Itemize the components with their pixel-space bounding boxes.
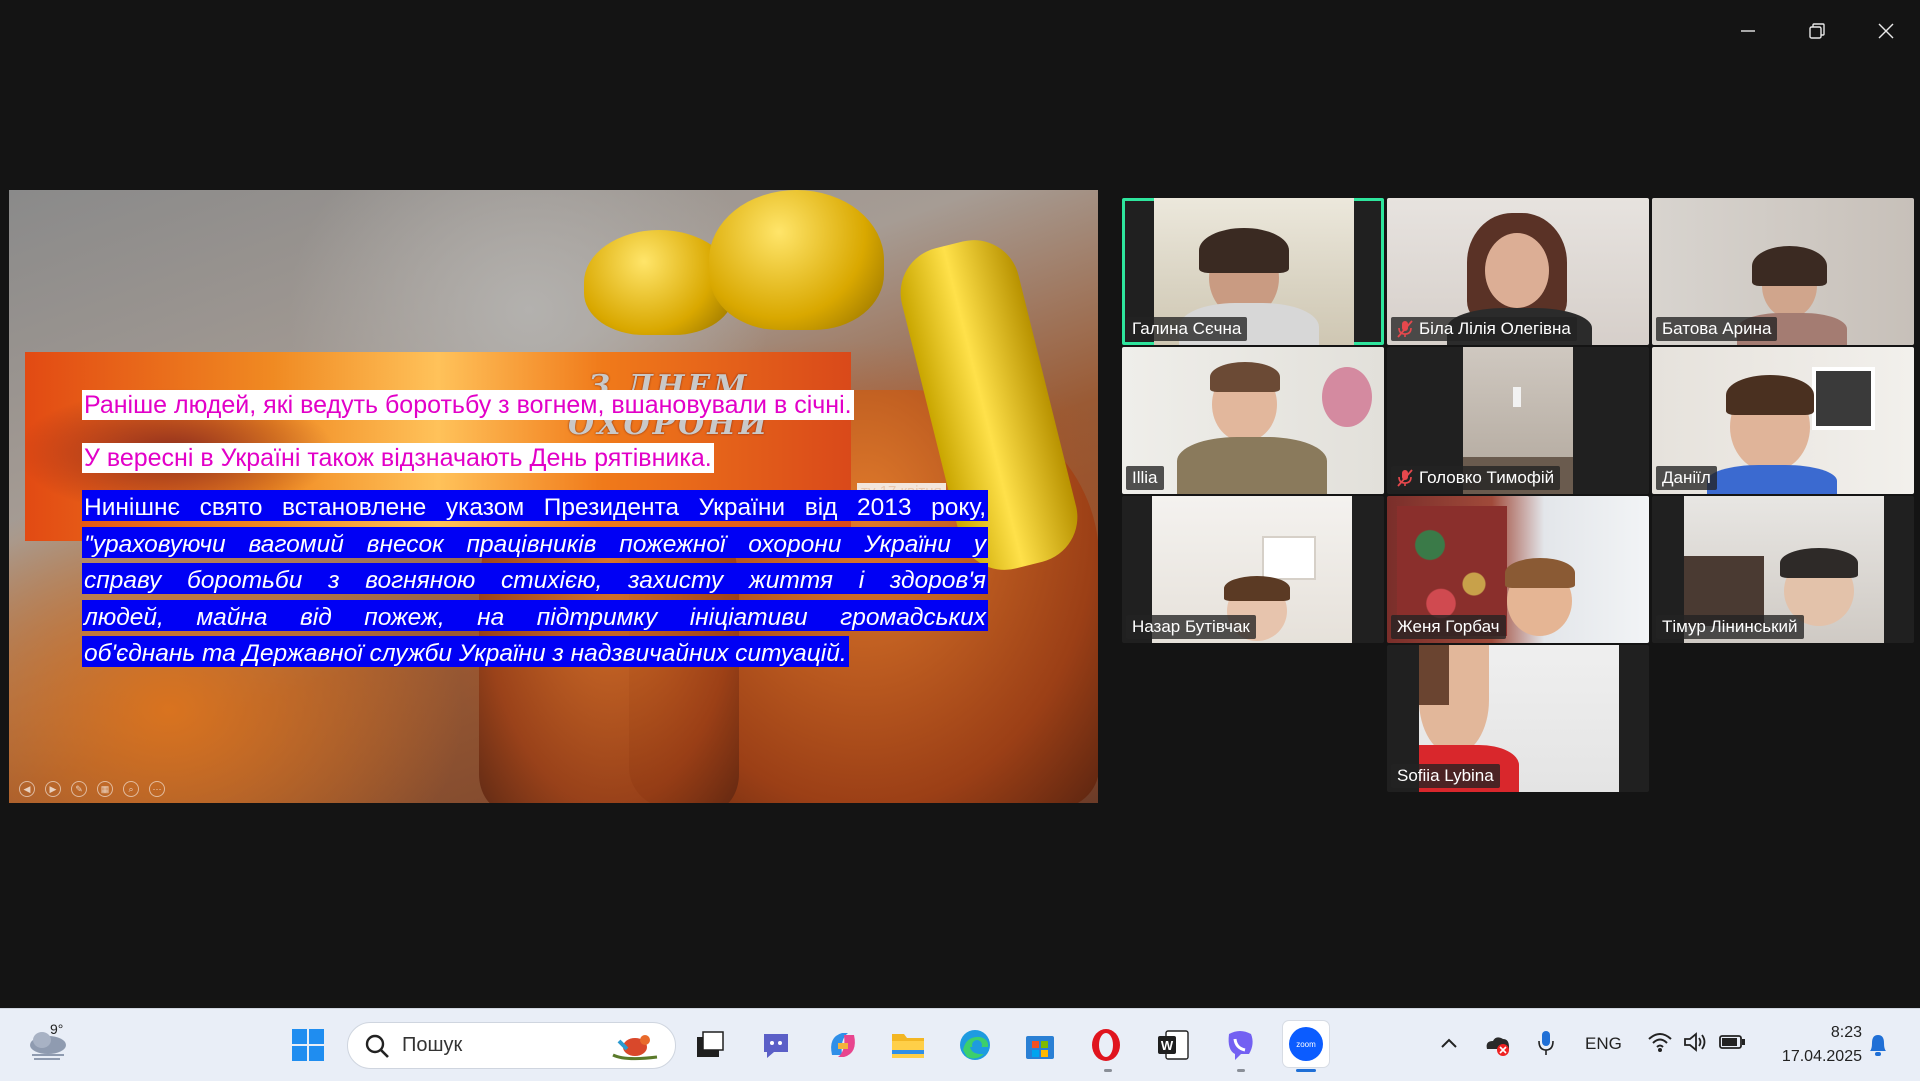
notification-bell-icon[interactable] [1866, 1031, 1890, 1059]
paragraph-line: людей, майна від пожеж, на підтримку іні… [82, 599, 988, 631]
microsoft-store-button[interactable] [1022, 1027, 1058, 1063]
zoom-icon: zoom [1289, 1027, 1323, 1061]
shared-screen: З ДНЕМ ОХОРОНИ ту 17 квітня Раніше людей… [9, 190, 1098, 803]
participant-tile[interactable]: Головко Тимофій [1387, 347, 1649, 494]
teams-chat-button[interactable] [758, 1027, 794, 1063]
weather-widget[interactable]: 9° [26, 1021, 74, 1067]
slides-icon[interactable]: ▦ [97, 781, 113, 797]
clock-time: 8:23 [1830, 1024, 1862, 1041]
battery-icon[interactable] [1718, 1033, 1746, 1051]
participant-tile[interactable]: Illia [1122, 347, 1384, 494]
paragraph-line: Нинішнє свято встановлене указом Президе… [82, 490, 988, 521]
previous-slide-icon[interactable]: ◀ [19, 781, 35, 797]
restore-button[interactable] [1782, 0, 1851, 62]
participant-tile[interactable]: Sofiia Lybina [1387, 645, 1649, 792]
restore-icon [1808, 23, 1825, 39]
task-view-button[interactable] [692, 1027, 728, 1063]
opera-button[interactable] [1088, 1027, 1124, 1063]
microphone-icon[interactable] [1537, 1029, 1555, 1057]
participant-name: Тімур Лінинський [1656, 615, 1804, 639]
participant-tile[interactable]: Даніїл [1652, 347, 1914, 494]
taskbar: 9° Пошук W zoom ENG 8:23 17.04.2025 [0, 1008, 1920, 1081]
running-indicator [1237, 1069, 1245, 1072]
taskbar-search[interactable]: Пошук [347, 1022, 676, 1069]
show-hidden-icons-chevron-icon[interactable] [1440, 1036, 1458, 1050]
participant-tile[interactable]: Тімур Лінинський [1652, 496, 1914, 643]
system-clock[interactable]: 8:23 17.04.2025 [1782, 1021, 1862, 1069]
participant-tile[interactable]: Женя Горбач [1387, 496, 1649, 643]
pen-icon[interactable]: ✎ [71, 781, 87, 797]
copilot-button[interactable] [825, 1027, 861, 1063]
participant-tile[interactable]: Галина Сєчна [1122, 198, 1384, 345]
paragraph-line: "ураховуючи вагомий внесок працівників п… [82, 526, 988, 558]
copilot-icon [831, 1033, 855, 1057]
slide-text-line-2: У вересні в Україні також відзначають Де… [82, 443, 714, 473]
language-indicator[interactable]: ENG [1585, 1034, 1622, 1054]
slide-paragraph: Нинішнє свято встановлене указом Президе… [82, 490, 988, 673]
viber-icon [1228, 1031, 1253, 1060]
mic-muted-icon [1397, 469, 1413, 487]
participant-name: Галина Сєчна [1126, 317, 1248, 341]
svg-text:zoom: zoom [1296, 1040, 1316, 1049]
viber-button[interactable] [1222, 1027, 1258, 1063]
participant-name: Sofiia Lybina [1391, 764, 1500, 788]
paragraph-line: об'єднань та Державної служби України з … [82, 636, 849, 667]
edge-icon [960, 1030, 990, 1060]
participant-name: Illia [1126, 466, 1164, 490]
bird-doodle-icon [612, 1035, 658, 1061]
store-icon [1026, 1036, 1054, 1059]
more-icon[interactable]: ⋯ [149, 781, 165, 797]
close-icon [1878, 23, 1893, 39]
weather-temperature: 9° [50, 1021, 64, 1037]
participant-tile[interactable]: Батова Арина [1652, 198, 1914, 345]
close-button[interactable] [1851, 0, 1920, 62]
slideshow-controls: ◀ ▶ ✎ ▦ ⌕ ⋯ [19, 781, 165, 797]
participant-name: Головко Тимофій [1391, 466, 1561, 490]
participant-name: Даніїл [1656, 466, 1717, 490]
participant-tile[interactable]: Назар Бутівчак [1122, 496, 1384, 643]
svg-text:W: W [1161, 1038, 1174, 1053]
participant-name: Батова Арина [1656, 317, 1778, 341]
search-icon [365, 1034, 389, 1058]
opera-icon [1092, 1029, 1120, 1061]
chat-icon [764, 1034, 788, 1058]
window-controls [1713, 0, 1920, 62]
folder-icon [892, 1034, 924, 1058]
wifi-icon[interactable] [1647, 1031, 1673, 1053]
minimize-button[interactable] [1713, 0, 1782, 62]
next-slide-icon[interactable]: ▶ [45, 781, 61, 797]
windows-icon [292, 1029, 324, 1061]
start-button[interactable] [290, 1027, 326, 1063]
zoom-icon[interactable]: ⌕ [123, 781, 139, 797]
onedrive-error-icon[interactable] [1483, 1031, 1511, 1057]
volume-icon[interactable] [1683, 1031, 1709, 1053]
participant-name: Женя Горбач [1391, 615, 1506, 639]
clock-date: 17.04.2025 [1781, 1048, 1862, 1065]
slide-text-line-1: Раніше людей, які ведуть боротьбу з вогн… [82, 390, 854, 420]
participant-name: Біла Лілія Олегівна [1391, 317, 1577, 341]
participant-tile[interactable]: Біла Лілія Олегівна [1387, 198, 1649, 345]
word-icon: W [1158, 1030, 1189, 1060]
task-view-icon [697, 1031, 724, 1057]
zoom-button[interactable]: zoom [1283, 1021, 1329, 1067]
mic-muted-icon [1397, 320, 1413, 338]
edge-button[interactable] [957, 1027, 993, 1063]
participant-name: Назар Бутівчак [1126, 615, 1256, 639]
helmet-image [709, 190, 884, 330]
word-button[interactable]: W [1155, 1027, 1191, 1063]
file-explorer-button[interactable] [890, 1027, 926, 1063]
active-indicator [1296, 1069, 1316, 1072]
minimize-icon [1740, 30, 1755, 32]
cloudy-weather-icon [30, 1032, 66, 1060]
paragraph-line: справу боротьби з вогняною стихією, захи… [82, 563, 988, 594]
search-placeholder: Пошук [402, 1034, 463, 1056]
running-indicator [1104, 1069, 1112, 1072]
